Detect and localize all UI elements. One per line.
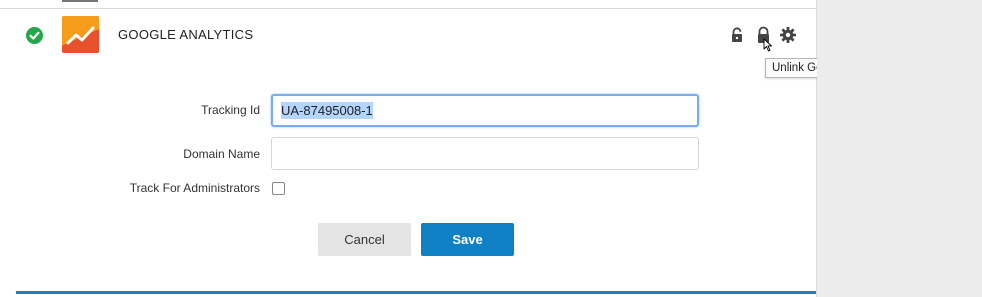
- domain-name-input[interactable]: [271, 137, 699, 170]
- integration-panel: GOOGLE ANALYTICS Unlink Google Analyti: [0, 0, 958, 297]
- tracking-id-value: UA-87495008-1: [281, 102, 373, 119]
- cancel-button[interactable]: Cancel: [318, 223, 411, 256]
- previous-item-logo-edge: [62, 0, 98, 2]
- gear-icon[interactable]: [779, 26, 797, 44]
- google-analytics-logo: [62, 16, 99, 53]
- track-admins-label: Track For Administrators: [129, 181, 260, 195]
- track-admins-checkbox[interactable]: [272, 182, 285, 195]
- domain-name-label: Domain Name: [183, 147, 260, 161]
- lock-icon[interactable]: [728, 26, 746, 44]
- tracking-id-label: Tracking Id: [201, 103, 260, 117]
- unlink-lock-icon[interactable]: [755, 26, 773, 52]
- check-circle-icon: [26, 27, 43, 44]
- next-section-divider: [16, 291, 816, 294]
- tracking-id-input[interactable]: UA-87495008-1: [271, 94, 699, 127]
- save-button[interactable]: Save: [421, 223, 514, 256]
- row-divider: [0, 8, 816, 9]
- integration-title: GOOGLE ANALYTICS: [118, 27, 254, 42]
- right-sidebar-background: [817, 0, 982, 297]
